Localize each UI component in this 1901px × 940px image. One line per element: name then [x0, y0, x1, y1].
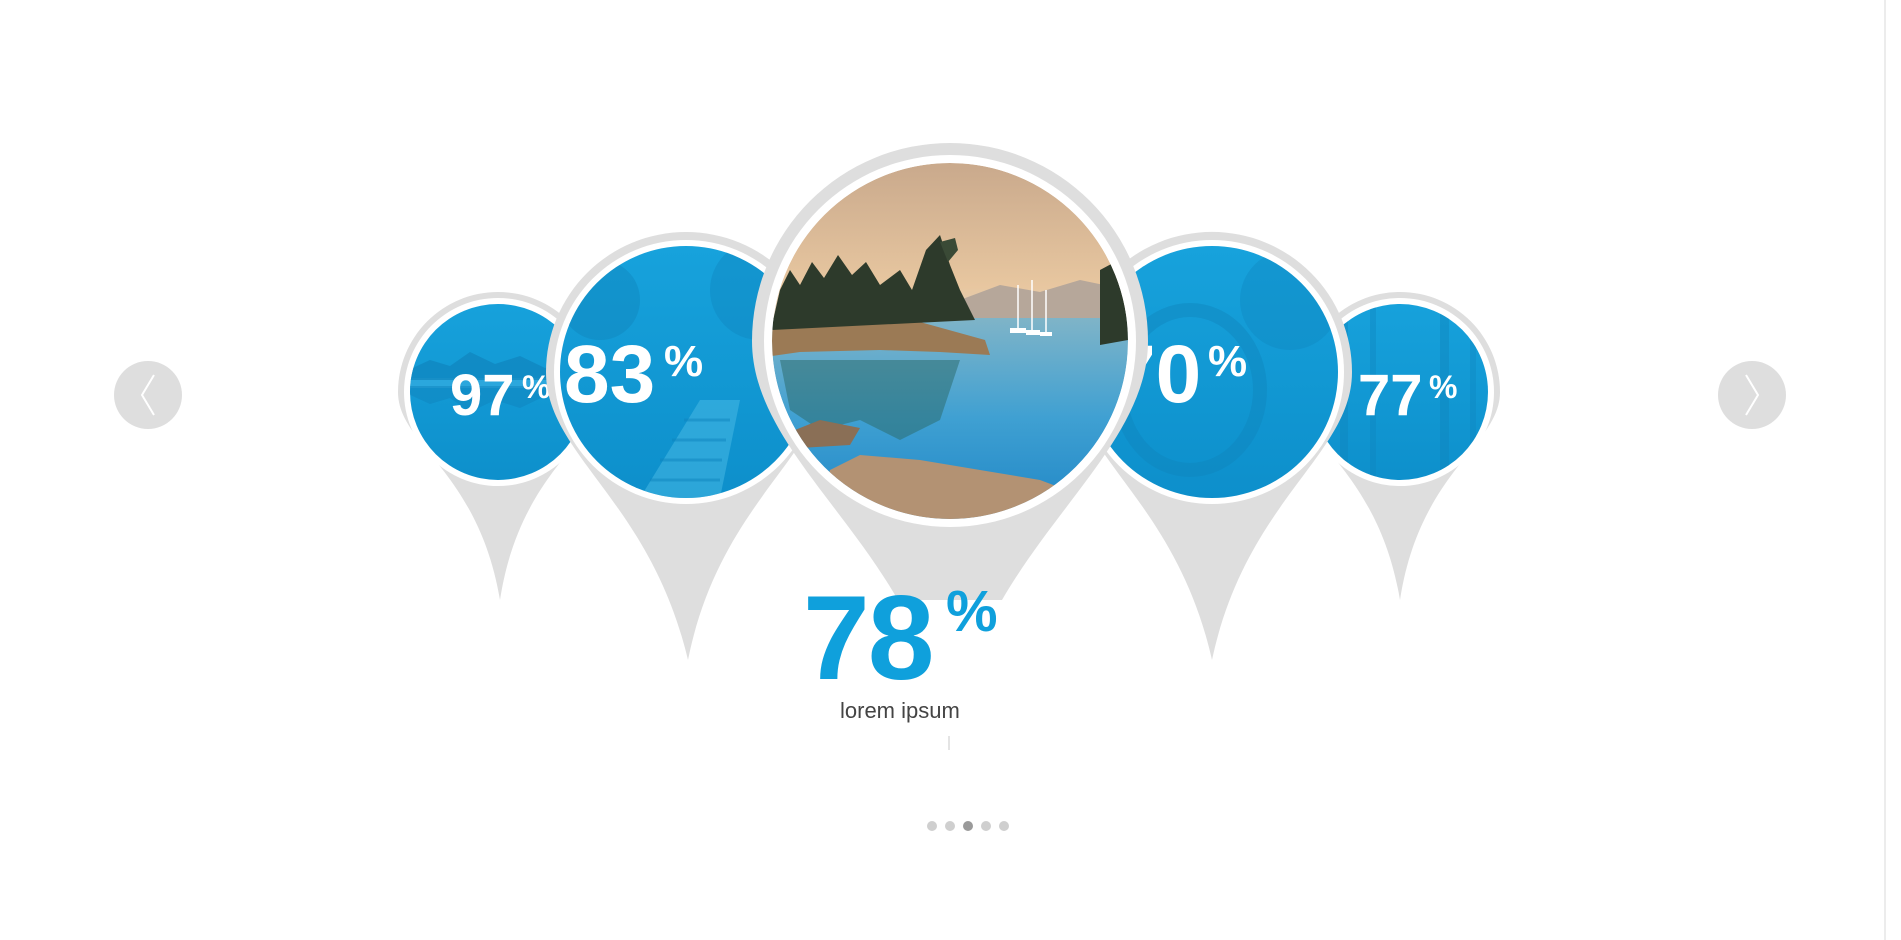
active-stat-unit: %: [946, 579, 998, 644]
pointer-tick: [948, 736, 950, 750]
pin-unit: %: [664, 337, 703, 386]
infographic-carousel: 97 % 77 % 83 % 70 % 78 % lorem ipsum: [0, 0, 1901, 940]
chevron-right-icon: [1745, 374, 1760, 416]
pin-value: 83: [564, 329, 655, 420]
pagination-dot-1[interactable]: [927, 821, 937, 831]
lake-photo: [772, 163, 1128, 519]
pagination-dot-2[interactable]: [945, 821, 955, 831]
pagination-dot-5[interactable]: [999, 821, 1009, 831]
chevron-left-icon: [140, 374, 155, 416]
pagination-dot-3[interactable]: [963, 821, 973, 831]
carousel-prev-button[interactable]: [114, 361, 182, 429]
pin-carousel: 97 % 77 % 83 % 70 %: [398, 143, 1500, 661]
pin-unit: %: [1429, 369, 1457, 405]
pagination-dot-4[interactable]: [981, 821, 991, 831]
pin-value: 97: [450, 363, 515, 428]
carousel-next-button[interactable]: [1718, 361, 1786, 429]
pagination-dots: [927, 821, 1009, 831]
pin-value: 77: [1358, 363, 1423, 428]
active-stat-value: 78: [803, 571, 934, 705]
pin-item-3-active[interactable]: [752, 143, 1148, 600]
pin-unit: %: [1208, 337, 1247, 386]
active-stat: 78 %: [803, 578, 1003, 698]
active-stat-label: lorem ipsum: [840, 698, 960, 723]
